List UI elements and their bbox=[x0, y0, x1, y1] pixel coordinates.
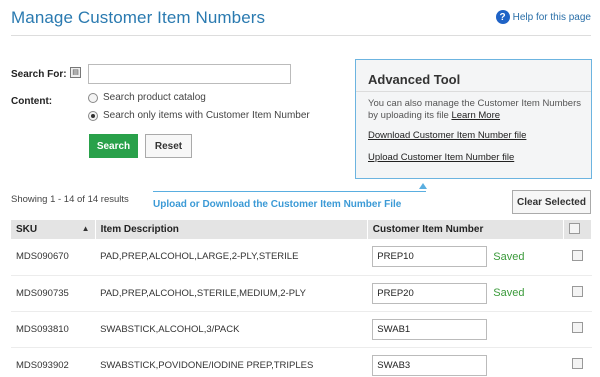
reset-button[interactable]: Reset bbox=[145, 134, 192, 158]
radio-button-checked[interactable] bbox=[88, 110, 98, 121]
table-row: MDS090735 PAD,PREP,ALCOHOL,STERILE,MEDIU… bbox=[11, 275, 592, 312]
table-row: MDS090670 PAD,PREP,ALCOHOL,LARGE,2-PLY,S… bbox=[11, 239, 592, 276]
learn-more-link[interactable]: Learn More bbox=[451, 110, 500, 121]
cin-input[interactable] bbox=[372, 246, 488, 268]
sku-cell: MDS090670 bbox=[11, 239, 96, 276]
results-table: SKU ▲ Item Description Customer Item Num… bbox=[11, 220, 593, 377]
select-cell bbox=[563, 311, 592, 348]
description-cell: SWABSTICK,POVIDONE/IODINE PREP,TRIPLES bbox=[95, 347, 368, 377]
callout-text: Upload or Download the Customer Item Num… bbox=[153, 199, 402, 210]
callout-arrow-icon bbox=[419, 183, 427, 189]
cin-input[interactable] bbox=[372, 318, 488, 340]
sku-cell: MDS093810 bbox=[11, 311, 96, 348]
search-tips-icon[interactable]: ▤ bbox=[70, 67, 81, 78]
search-input[interactable] bbox=[88, 64, 291, 84]
results-count: Showing 1 - 14 of 14 results bbox=[11, 194, 129, 205]
description-cell: PAD,PREP,ALCOHOL,STERILE,MEDIUM,2-PLY bbox=[95, 275, 368, 312]
saved-status: Saved bbox=[493, 250, 525, 263]
advanced-tool-description: You can also manage the Customer Item Nu… bbox=[368, 98, 588, 122]
cin-input[interactable] bbox=[372, 282, 488, 304]
saved-status: Saved bbox=[493, 287, 525, 299]
table-row: MDS093810 SWABSTICK,ALCOHOL,3/PACK bbox=[11, 311, 592, 348]
cin-cell: Saved bbox=[367, 239, 564, 276]
row-checkbox[interactable] bbox=[571, 358, 583, 369]
panel-divider bbox=[356, 91, 591, 92]
table-header-row: SKU ▲ Item Description Customer Item Num… bbox=[11, 220, 593, 239]
table-row: MDS093902 SWABSTICK,POVIDONE/IODINE PREP… bbox=[11, 347, 592, 377]
row-checkbox[interactable] bbox=[571, 322, 583, 333]
row-checkbox[interactable] bbox=[571, 286, 583, 297]
sku-header-label[interactable]: SKU bbox=[16, 224, 37, 235]
cin-cell bbox=[367, 347, 564, 377]
sort-ascending-icon[interactable]: ▲ bbox=[82, 224, 90, 233]
advanced-tool-title: Advanced Tool bbox=[368, 72, 461, 87]
radio-search-cin-only[interactable]: Search only items with Customer Item Num… bbox=[88, 110, 310, 121]
download-cin-file-link[interactable]: Download Customer Item Number file bbox=[368, 130, 526, 141]
col-header-sku[interactable]: SKU ▲ bbox=[11, 220, 96, 239]
upload-cin-file-link[interactable]: Upload Customer Item Number file bbox=[368, 152, 514, 163]
cin-cell bbox=[367, 311, 564, 348]
select-cell bbox=[563, 239, 592, 276]
callout-line bbox=[153, 191, 426, 192]
row-checkbox[interactable] bbox=[571, 249, 583, 261]
sku-cell: MDS090735 bbox=[11, 275, 96, 312]
search-label: Search For: bbox=[11, 69, 67, 80]
sku-cell: MDS093902 bbox=[11, 347, 96, 377]
description-cell: PAD,PREP,ALCOHOL,LARGE,2-PLY,STERILE bbox=[95, 239, 368, 276]
question-circle-icon[interactable]: ? bbox=[495, 10, 510, 24]
select-cell bbox=[563, 275, 592, 312]
col-header-description[interactable]: Item Description bbox=[95, 220, 368, 239]
cin-input[interactable] bbox=[372, 354, 488, 376]
title-divider bbox=[11, 35, 591, 36]
content-label: Content: bbox=[11, 96, 53, 107]
radio-label[interactable]: Search product catalog bbox=[103, 92, 206, 103]
radio-label[interactable]: Search only items with Customer Item Num… bbox=[103, 110, 310, 121]
select-cell bbox=[563, 347, 592, 377]
select-all-checkbox[interactable] bbox=[568, 222, 580, 234]
description-cell: SWABSTICK,ALCOHOL,3/PACK bbox=[95, 311, 368, 348]
advanced-tool-panel: Advanced Tool You can also manage the Cu… bbox=[355, 59, 592, 179]
search-button[interactable]: Search bbox=[89, 134, 138, 158]
radio-search-catalog[interactable]: Search product catalog bbox=[88, 92, 206, 103]
cin-cell: Saved bbox=[367, 275, 564, 312]
col-header-cin[interactable]: Customer Item Number bbox=[367, 220, 564, 239]
radio-button[interactable] bbox=[88, 92, 98, 103]
clear-selected-button[interactable]: Clear Selected bbox=[512, 190, 591, 214]
help-link-label[interactable]: Help for this page bbox=[513, 12, 591, 23]
col-header-select[interactable] bbox=[563, 220, 593, 239]
help-link[interactable]: ? Help for this page bbox=[495, 10, 591, 24]
page-title: Manage Customer Item Numbers bbox=[11, 8, 266, 27]
